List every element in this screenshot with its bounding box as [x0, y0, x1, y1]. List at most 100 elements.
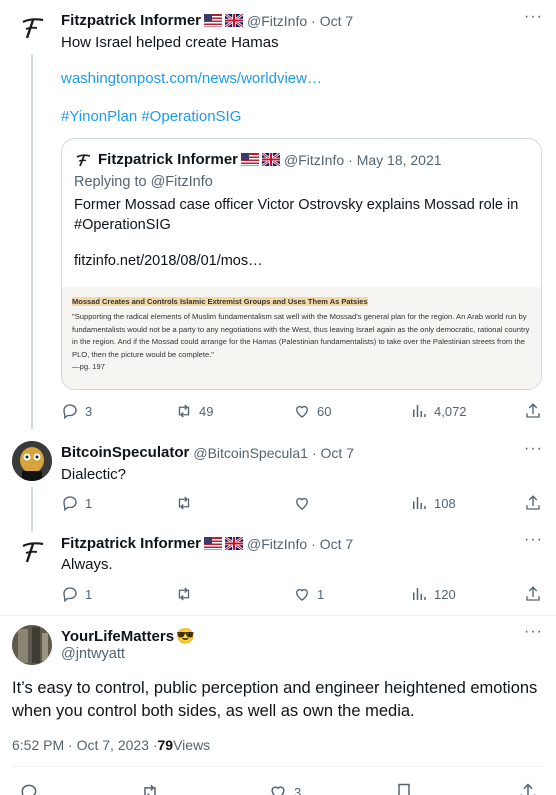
- views-label: Views: [173, 737, 211, 753]
- tweet-link[interactable]: washingtonpost.com/news/worldview…: [61, 70, 322, 87]
- share-icon: [526, 586, 540, 601]
- tweet-text: How Israel helped create Hamas: [61, 34, 279, 51]
- author-handle[interactable]: @FitzInfo: [247, 13, 307, 29]
- avatar[interactable]: [12, 532, 52, 572]
- excerpt-page: —pg. 197: [72, 362, 105, 372]
- reply-button[interactable]: 1: [61, 494, 92, 512]
- avatar[interactable]: [12, 8, 52, 48]
- views-count: 4,072: [434, 403, 467, 419]
- author-name[interactable]: YourLifeMatters: [61, 628, 174, 645]
- retweet-icon: [178, 587, 190, 601]
- uk-flag-icon: [224, 12, 244, 29]
- like-count: 3: [294, 784, 302, 795]
- more-options-icon[interactable]: ···: [524, 623, 543, 641]
- yourlifematters-avatar-icon: [12, 625, 52, 665]
- views-button[interactable]: 120: [410, 585, 456, 603]
- author-name[interactable]: Fitzpatrick Informer: [61, 12, 201, 29]
- retweet-icon: [144, 784, 156, 795]
- excerpt-text: "Supporting the radical elements of Musl…: [72, 312, 530, 359]
- share-button[interactable]: [518, 782, 544, 795]
- more-options-icon[interactable]: ···: [524, 440, 543, 458]
- like-count: 1: [317, 586, 325, 602]
- quote-header: Fitzpatrick Informer @FitzInfo · May 18,…: [74, 151, 442, 168]
- us-flag-icon: [204, 537, 223, 550]
- retweet-button[interactable]: [175, 494, 199, 512]
- share-button[interactable]: [524, 585, 548, 603]
- reply-button[interactable]: 3: [61, 402, 92, 420]
- views-button[interactable]: 108: [410, 494, 456, 512]
- heart-icon: [296, 405, 308, 418]
- reply-count: 3: [85, 403, 93, 419]
- reply-button[interactable]: [19, 782, 45, 795]
- avatar[interactable]: [12, 441, 52, 481]
- thread-line: [31, 487, 33, 533]
- reply-icon: [63, 404, 77, 420]
- tweet-timestamp: 6:52 PM · Oct 7, 2023 · 79 Views: [12, 737, 210, 753]
- reply-count: 1: [85, 586, 93, 602]
- tweet-date[interactable]: · Oct 7: [311, 13, 353, 29]
- uk-flag-icon: [261, 151, 281, 168]
- divider: [12, 766, 544, 767]
- tweet-header: BitcoinSpeculator @BitcoinSpecula1 · Oct…: [61, 444, 354, 461]
- heart-icon: [271, 786, 285, 795]
- more-options-icon[interactable]: ···: [524, 8, 543, 26]
- like-button[interactable]: 1: [293, 585, 324, 603]
- heart-icon: [296, 497, 308, 510]
- quote-date: · May 18, 2021: [348, 151, 442, 168]
- quote-author-handle: @FitzInfo: [284, 151, 345, 168]
- us-flag-icon: [241, 153, 260, 166]
- avatar[interactable]: [12, 625, 52, 665]
- share-button[interactable]: [524, 402, 548, 420]
- views-button[interactable]: 4,072: [410, 402, 467, 420]
- views-count: 120: [434, 586, 456, 602]
- tweet-header: Fitzpatrick Informer @FitzInfo · Oct 7: [61, 535, 353, 552]
- author-handle[interactable]: @BitcoinSpecula1: [193, 445, 308, 461]
- bookmark-button[interactable]: [394, 782, 420, 795]
- quote-tweet-card[interactable]: Fitzpatrick Informer @FitzInfo · May 18,…: [61, 138, 542, 390]
- reply-icon: [63, 496, 77, 512]
- views-chart-icon: [413, 405, 426, 417]
- us-flag-icon: [204, 14, 223, 27]
- tweet-text: Dialectic?: [61, 466, 127, 483]
- share-icon: [520, 783, 536, 795]
- retweet-button[interactable]: 49: [175, 402, 213, 420]
- reply-icon: [63, 587, 77, 603]
- tweet-text: Always.: [61, 556, 113, 573]
- thread-line: [31, 54, 33, 429]
- retweet-count: 49: [199, 403, 214, 419]
- heart-icon: [296, 588, 308, 601]
- quoted-book-excerpt-image: Mossad Creates and Controls Islamic Extr…: [62, 287, 541, 389]
- author-name[interactable]: BitcoinSpeculator: [61, 444, 189, 461]
- like-button[interactable]: [293, 494, 317, 512]
- bookmark-icon: [398, 783, 410, 795]
- uk-flag-icon: [224, 535, 244, 552]
- views-chart-icon: [413, 588, 426, 600]
- more-options-icon[interactable]: ···: [524, 531, 543, 549]
- quote-link: fitzinfo.net/2018/08/01/mos…: [74, 253, 263, 269]
- retweet-button[interactable]: [140, 782, 166, 795]
- divider: [0, 615, 556, 616]
- like-count: 60: [317, 403, 332, 419]
- author-handle[interactable]: @FitzInfo: [247, 536, 307, 552]
- views-chart-icon: [413, 497, 426, 509]
- fitzinfo-logo-icon: [76, 153, 91, 166]
- retweet-icon: [178, 404, 190, 418]
- tweet-date[interactable]: · Oct 7: [312, 445, 354, 461]
- timestamp[interactable]: 6:52 PM · Oct 7, 2023 ·: [12, 737, 158, 753]
- reply-button[interactable]: 1: [61, 585, 92, 603]
- share-button[interactable]: [524, 494, 548, 512]
- retweet-button[interactable]: [175, 585, 199, 603]
- like-button[interactable]: 60: [293, 402, 331, 420]
- bitcoin-speculator-avatar-icon: [12, 441, 52, 481]
- author-name[interactable]: Fitzpatrick Informer: [61, 535, 201, 552]
- author-handle[interactable]: @jntwyatt: [61, 646, 125, 662]
- tweet-hashtags[interactable]: #YinonPlan #OperationSIG: [61, 108, 241, 125]
- tweet-date[interactable]: · Oct 7: [311, 536, 353, 552]
- reply-count: 1: [85, 495, 93, 511]
- like-button[interactable]: 3: [268, 782, 301, 795]
- views-count: 79: [157, 737, 174, 753]
- retweet-icon: [178, 496, 190, 510]
- main-tweet-text: It’s easy to control, public perception …: [12, 679, 538, 720]
- fitzinfo-logo-icon: [22, 542, 44, 563]
- tweet-header: Fitzpatrick Informer @FitzInfo · Oct 7: [61, 12, 353, 29]
